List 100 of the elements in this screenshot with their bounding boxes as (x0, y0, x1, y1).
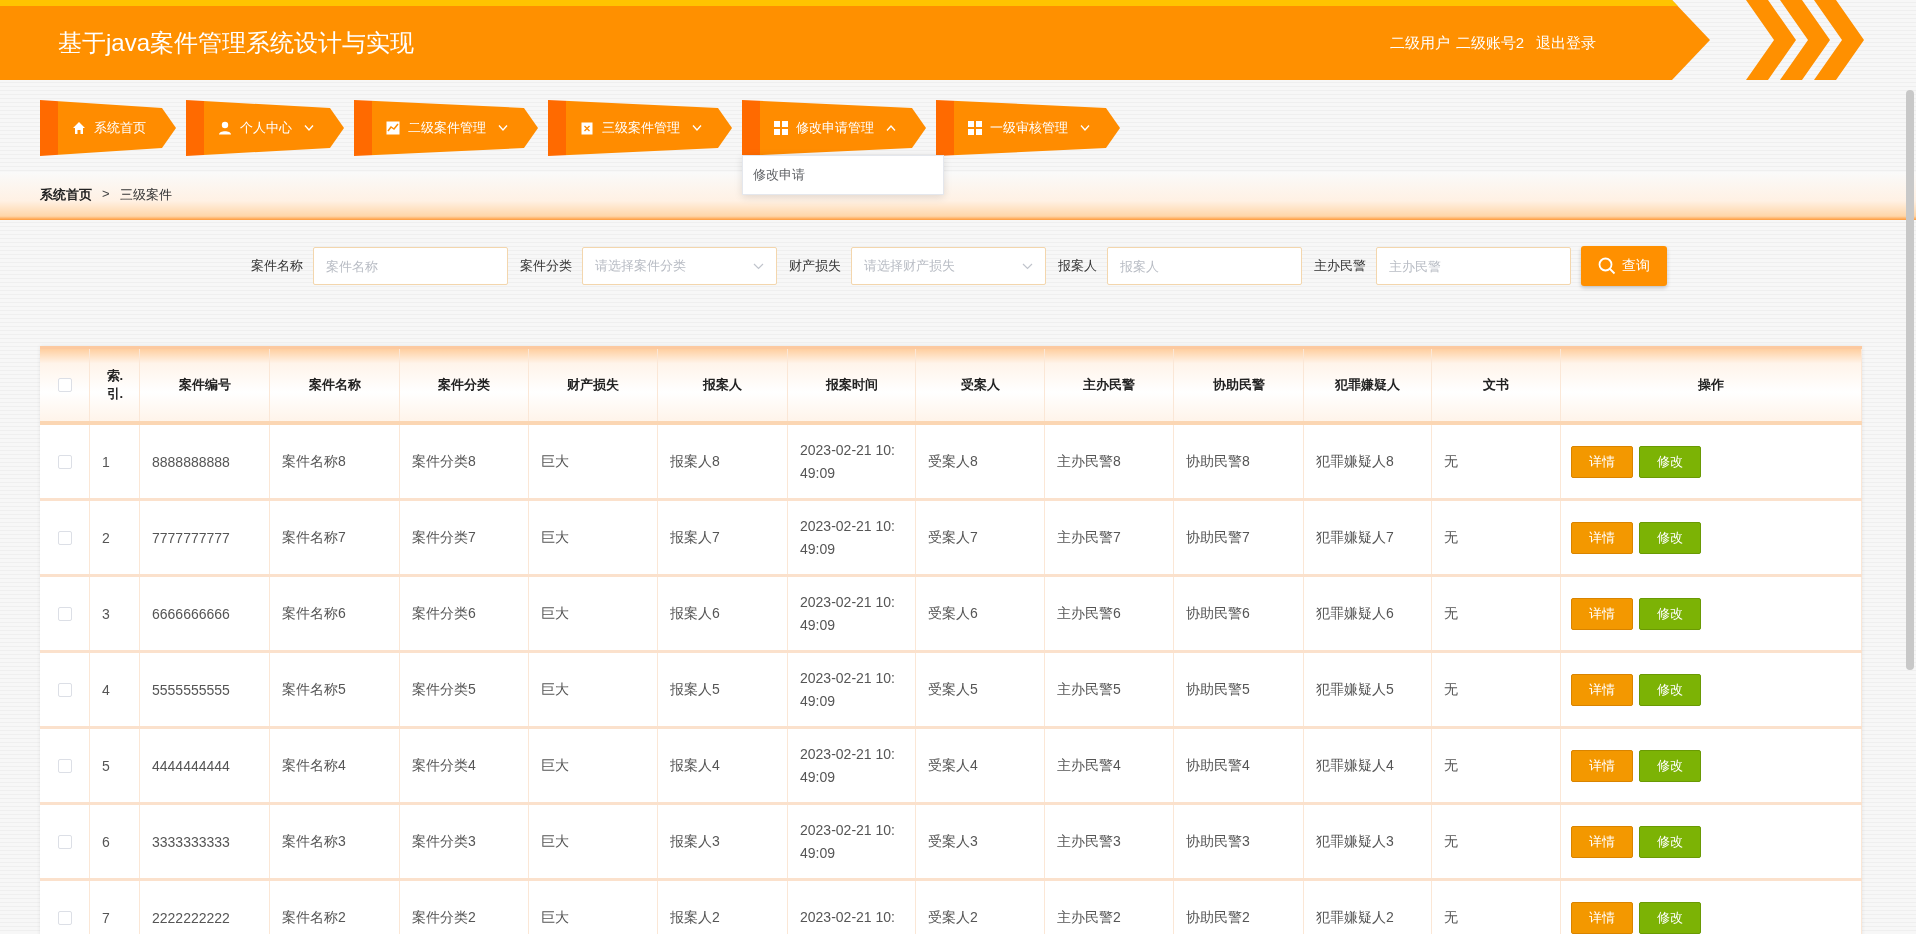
field-label: 报案人 (1058, 257, 1097, 275)
table-cell: 主办民警4 (1057, 756, 1121, 775)
detail-button[interactable]: 详情 (1571, 901, 1633, 934)
table-cell: 3 (102, 605, 110, 622)
edit-button[interactable]: 修改 (1639, 521, 1701, 554)
nav-menu-tab[interactable]: 二级案件管理 (354, 100, 538, 156)
table-cell: 受案人8 (928, 452, 978, 471)
table-cell: 案件名称6 (282, 604, 346, 623)
detail-button[interactable]: 详情 (1571, 597, 1633, 630)
nav-menu-tab[interactable]: 一级审核管理 (936, 100, 1120, 156)
search-field[interactable]: 报案人 (1107, 247, 1302, 285)
table-cell: 6 (102, 833, 110, 850)
table-cell: 巨大 (541, 452, 569, 471)
table-cell: 案件分类4 (412, 756, 476, 775)
table-cell: 协助民警8 (1186, 452, 1250, 471)
edit-button[interactable]: 修改 (1639, 597, 1701, 630)
caret-icon (498, 125, 508, 131)
search-field[interactable]: 主办民警 (1376, 247, 1571, 285)
column-header: 操作 (1698, 376, 1724, 394)
row-checkbox[interactable] (57, 758, 72, 773)
table-cell: 案件名称8 (282, 452, 346, 471)
table-cell: 无 (1444, 680, 1458, 699)
search-field[interactable]: 案件名称 (313, 247, 508, 285)
detail-button[interactable]: 详情 (1571, 825, 1633, 858)
table-cell: 7777777777 (152, 529, 230, 546)
row-checkbox[interactable] (57, 910, 72, 925)
table-cell: 犯罪嫌疑人3 (1316, 832, 1394, 851)
column-header: 受案人 (960, 376, 1000, 394)
row-checkbox[interactable] (57, 834, 72, 849)
table-cell: 受案人7 (928, 528, 978, 547)
table-cell: 案件分类2 (412, 908, 476, 927)
chevron-down-icon (753, 262, 764, 270)
table-cell: 5 (102, 757, 110, 774)
detail-button[interactable]: 详情 (1571, 749, 1633, 782)
table-cell: 2 (102, 529, 110, 546)
nav-menu-tab[interactable]: 个人中心 (186, 100, 344, 156)
table-cell-text: 2023-02-21 10:49:09 (800, 745, 896, 787)
detail-button[interactable]: 详情 (1571, 521, 1633, 554)
table-cell: 案件名称3 (282, 832, 346, 851)
table-cell: 主办民警2 (1057, 908, 1121, 927)
table-cell: 7 (102, 909, 110, 926)
table-cell: 受案人4 (928, 756, 978, 775)
table-cell-text: 2023-02-21 10:49:09 (800, 669, 896, 711)
table-cell: 3333333333 (152, 833, 230, 850)
detail-button[interactable]: 详情 (1571, 673, 1633, 706)
edit-button[interactable]: 修改 (1639, 749, 1701, 782)
table-cell: 受案人2 (928, 908, 978, 927)
table-cell: 报案人3 (670, 832, 720, 851)
table-cell: 无 (1444, 832, 1458, 851)
nav-menu-tab[interactable]: 系统首页 (40, 100, 176, 156)
column-header: 案件编号 (178, 376, 231, 394)
table-cell: 主办民警3 (1057, 832, 1121, 851)
table-cell: 协助民警2 (1186, 908, 1250, 927)
select-field[interactable]: 请选择案件分类 (582, 247, 777, 285)
chevron-down-icon (1022, 262, 1033, 270)
select-all-checkbox[interactable] (57, 378, 72, 392)
logout-link[interactable]: 退出登录 (1536, 33, 1596, 53)
field-label: 案件分类 (520, 257, 572, 275)
edit-button[interactable]: 修改 (1639, 901, 1701, 934)
search-button[interactable]: 查询 (1581, 246, 1667, 286)
table-cell-text: 2023-02-21 10:49:09 (800, 517, 896, 559)
table-cell: 1 (102, 453, 110, 470)
edit-button[interactable]: 修改 (1639, 825, 1701, 858)
table-cell: 受案人5 (928, 680, 978, 699)
edit-button[interactable]: 修改 (1639, 673, 1701, 706)
table-cell: 案件分类7 (412, 528, 476, 547)
scrollbar[interactable] (1906, 90, 1914, 670)
breadcrumb-link[interactable]: 三级案件 (119, 186, 172, 204)
table-cell: 2222222222 (152, 909, 230, 926)
dropdown-item[interactable]: 修改申请 (743, 160, 943, 190)
table-cell: 报案人2 (670, 908, 720, 927)
home-icon (72, 121, 86, 135)
table-cell: 主办民警8 (1057, 452, 1121, 471)
row-checkbox[interactable] (57, 454, 72, 469)
table-cell-text: 2023-02-21 10:49:09 (800, 821, 896, 863)
detail-button[interactable]: 详情 (1571, 445, 1633, 478)
column-header: 索.引. (106, 366, 123, 403)
nav-menu-tab[interactable]: 修改申请管理 (742, 100, 926, 156)
row-checkbox[interactable] (57, 606, 72, 621)
row-checkbox[interactable] (57, 682, 72, 697)
table-cell: 案件名称7 (282, 528, 346, 547)
table-cell: 犯罪嫌疑人4 (1316, 756, 1394, 775)
table-cell-text: 2023-02-21 10:49:09 (800, 441, 896, 483)
table-cell: 报案人7 (670, 528, 720, 547)
app-title: 基于java案件管理系统设计与实现 (58, 28, 415, 58)
table-cell: 主办民警7 (1057, 528, 1121, 547)
table-cell: 无 (1444, 452, 1458, 471)
table-cell: 主办民警5 (1057, 680, 1121, 699)
nav-menu-tab[interactable]: 三级案件管理 (548, 100, 732, 156)
table-cell: 无 (1444, 528, 1458, 547)
user-icon (218, 121, 232, 135)
select-field[interactable]: 请选择财产损失 (851, 247, 1046, 285)
edit-button[interactable]: 修改 (1639, 445, 1701, 478)
table-cell: 犯罪嫌疑人6 (1316, 604, 1394, 623)
table-cell: 无 (1444, 908, 1458, 927)
grid-icon (774, 121, 788, 135)
column-header: 案件名称 (308, 376, 361, 394)
table-cell: 案件名称4 (282, 756, 346, 775)
breadcrumb-link[interactable]: 系统首页 (40, 186, 92, 204)
row-checkbox[interactable] (57, 530, 72, 545)
